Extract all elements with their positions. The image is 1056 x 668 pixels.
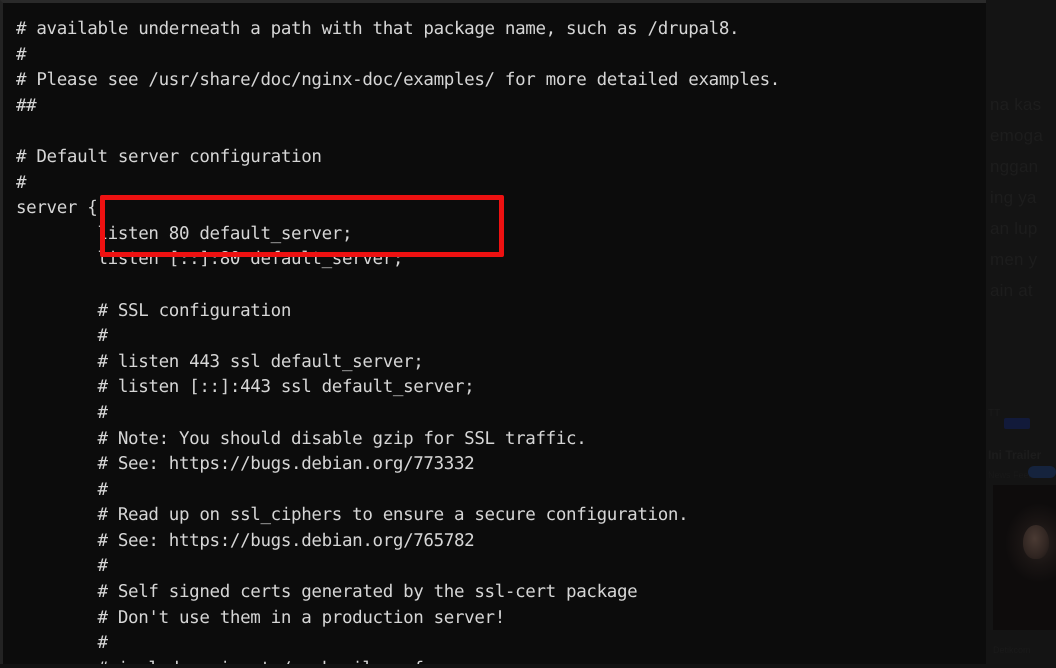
background-text-line: an lup	[990, 219, 1038, 238]
code-line: # include snippets/snakeoil.conf;	[3, 657, 986, 664]
code-line: #	[16, 402, 108, 423]
background-text-line: men y	[990, 250, 1038, 269]
code-line: listen 80 default_server;	[16, 223, 353, 244]
code-line: # Don't use them in a production server!	[16, 607, 505, 628]
background-category-badge[interactable]	[1004, 418, 1030, 429]
code-line: # Note: You should disable gzip for SSL …	[16, 428, 587, 449]
code-line: # See: https://bugs.debian.org/773332	[16, 454, 475, 475]
code-line: # listen 443 ssl default_server;	[16, 351, 424, 372]
background-text-line: nggan	[990, 157, 1039, 176]
background-photo-caption: Detikcom	[993, 645, 1031, 655]
terminal-window[interactable]: # available underneath a path with that …	[0, 0, 986, 664]
code-line: listen [::]:80 default_server;	[16, 249, 404, 270]
code-line: ##	[16, 95, 37, 116]
code-line: # See: https://bugs.debian.org/765782	[16, 530, 475, 551]
code-line: # Default server configuration	[16, 146, 322, 167]
code-line: server {	[16, 198, 98, 219]
background-article-title[interactable]: Ini Trailer	[988, 448, 1056, 462]
code-line: #	[16, 479, 108, 500]
background-text-line: emoga	[990, 126, 1043, 145]
code-line: # Please see /usr/share/doc/nginx-doc/ex…	[16, 70, 780, 91]
code-line: # available underneath a path with that …	[16, 19, 740, 39]
code-line: # Self signed certs generated by the ssl…	[16, 582, 638, 603]
code-line: #	[16, 556, 108, 577]
background-text-line: na kas	[990, 95, 1042, 114]
code-line: # listen [::]:443 ssl default_server;	[16, 377, 475, 398]
background-article-photo	[993, 485, 1056, 630]
code-line: #	[16, 172, 27, 193]
code-line: # Read up on ssl_ciphers to ensure a sec…	[16, 505, 689, 526]
screenshot-root: na kas emoga nggan ing ya an lup men y a…	[0, 0, 1056, 668]
background-text-line: ain at	[990, 281, 1033, 300]
background-text-line: ing ya	[990, 188, 1037, 207]
config-file-content[interactable]: # available underneath a path with that …	[3, 3, 986, 664]
background-photo-subject	[1023, 525, 1049, 559]
background-share-button[interactable]	[1028, 466, 1056, 478]
code-line: #	[16, 44, 27, 65]
code-line: #	[16, 633, 108, 654]
code-line: #	[16, 326, 108, 347]
code-line: # SSL configuration	[16, 300, 292, 321]
